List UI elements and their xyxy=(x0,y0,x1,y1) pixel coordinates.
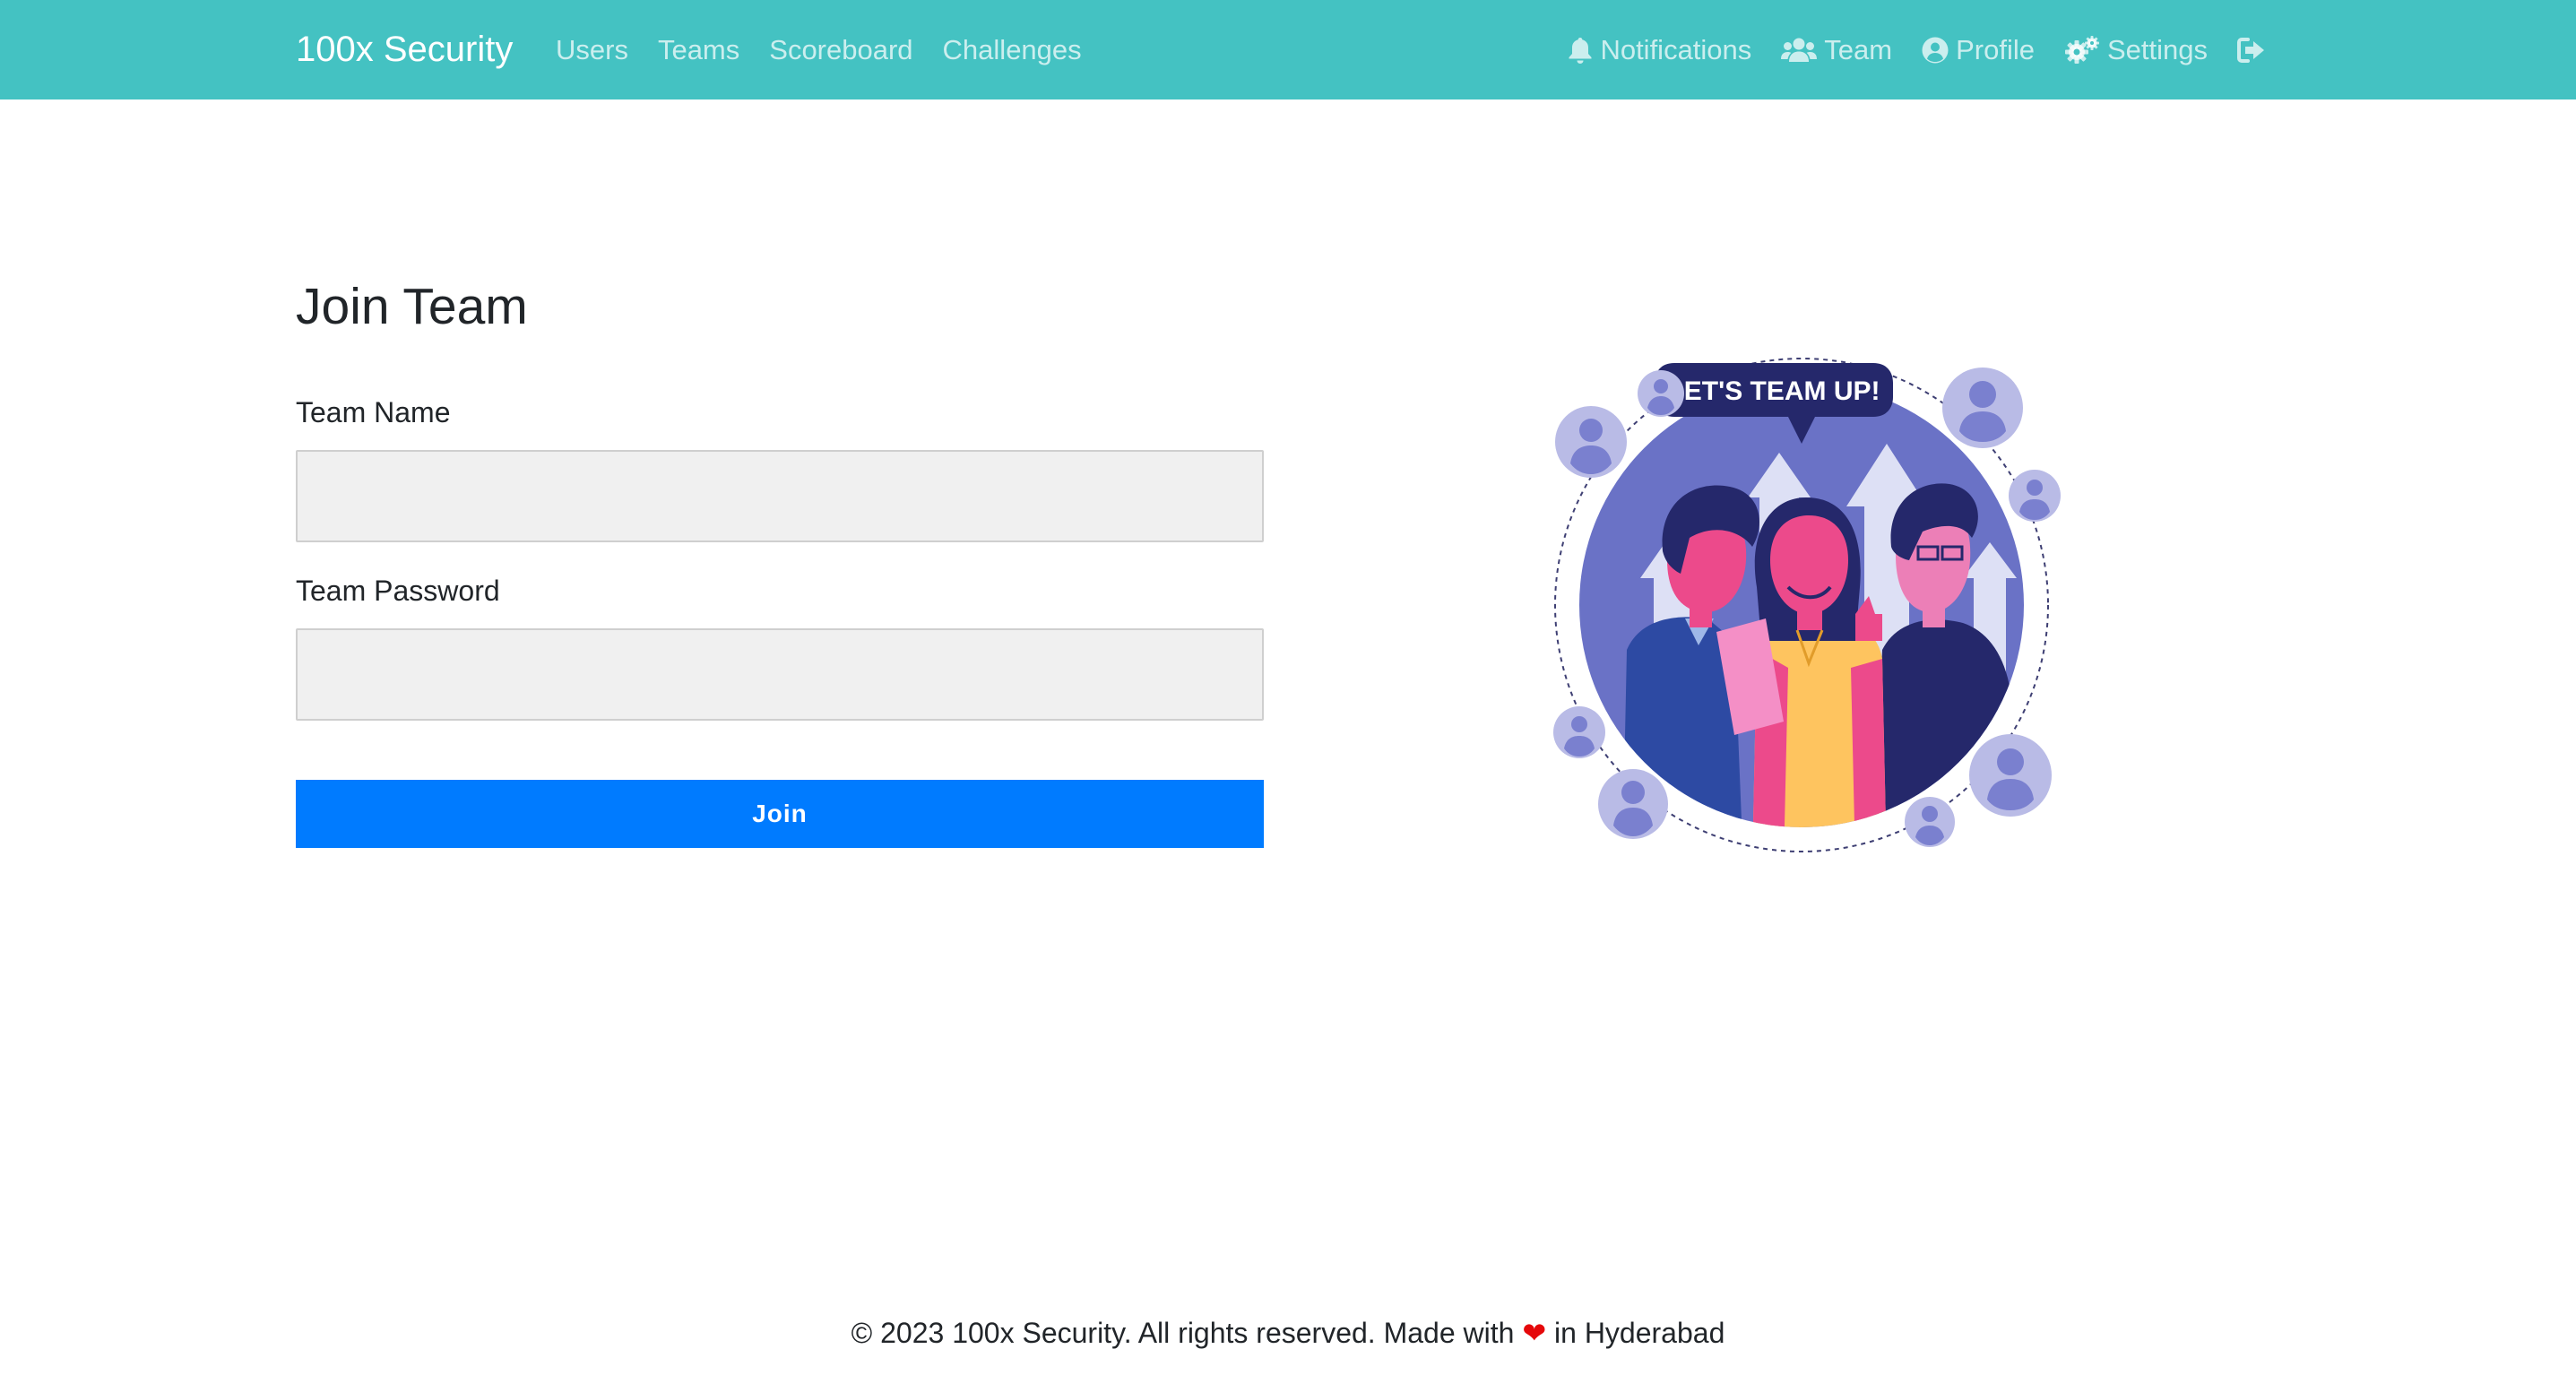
avatar-icon xyxy=(1942,368,2023,448)
team-name-input[interactable] xyxy=(296,450,1264,542)
nav-left-links: Users Teams Scoreboard Challenges xyxy=(556,0,1082,99)
nav-link-scoreboard[interactable]: Scoreboard xyxy=(769,34,912,66)
users-icon xyxy=(1781,36,1818,65)
nav-right-links: Notifications Team Profile Settings xyxy=(1568,0,2266,99)
nav-link-notifications[interactable]: Notifications xyxy=(1568,34,1751,66)
team-password-label: Team Password xyxy=(296,575,500,607)
nav-link-profile[interactable]: Profile xyxy=(1922,34,2035,66)
nav-link-settings-label: Settings xyxy=(2106,33,2208,65)
sign-out-icon xyxy=(2237,36,2266,65)
nav-link-settings[interactable]: Settings xyxy=(2064,34,2208,66)
footer-text-after: in Hyderabad xyxy=(1546,1317,1725,1349)
bell-icon xyxy=(1568,36,1593,65)
cogs-icon xyxy=(2064,35,2100,65)
page-footer: © 2023 100x Security. All rights reserve… xyxy=(0,1316,2576,1350)
avatar-icon xyxy=(1638,370,1684,417)
heart-icon: ❤ xyxy=(1522,1317,1547,1349)
user-circle-icon xyxy=(1922,36,1949,65)
avatar-icon xyxy=(1598,769,1668,839)
team-up-illustration: LET'S TEAM UP! xyxy=(1542,345,2079,865)
team-name-label: Team Name xyxy=(296,396,451,428)
join-button[interactable]: Join xyxy=(296,780,1264,848)
nav-link-team-label: Team xyxy=(1824,33,1893,65)
brand-logo-link[interactable]: 100x Security xyxy=(296,0,513,99)
avatar-icon xyxy=(2009,470,2061,522)
nav-link-challenges[interactable]: Challenges xyxy=(943,34,1082,66)
footer-text-before: © 2023 100x Security. All rights reserve… xyxy=(851,1317,1523,1349)
logout-button[interactable] xyxy=(2237,36,2266,65)
team-password-input[interactable] xyxy=(296,628,1264,721)
nav-link-notifications-label: Notifications xyxy=(1600,33,1752,65)
speech-bubble-text: LET'S TEAM UP! xyxy=(1667,376,1880,406)
page-title: Join Team xyxy=(296,278,528,335)
nav-link-profile-label: Profile xyxy=(1956,33,2035,65)
nav-link-team[interactable]: Team xyxy=(1781,34,1892,66)
avatar-icon xyxy=(1905,797,1955,847)
avatar-icon xyxy=(1555,406,1627,478)
nav-link-users[interactable]: Users xyxy=(556,34,628,66)
avatar-icon xyxy=(1969,734,2052,817)
avatar-icon xyxy=(1553,706,1605,758)
nav-link-teams[interactable]: Teams xyxy=(658,34,739,66)
top-navbar: 100x Security Users Teams Scoreboard Cha… xyxy=(0,0,2576,99)
